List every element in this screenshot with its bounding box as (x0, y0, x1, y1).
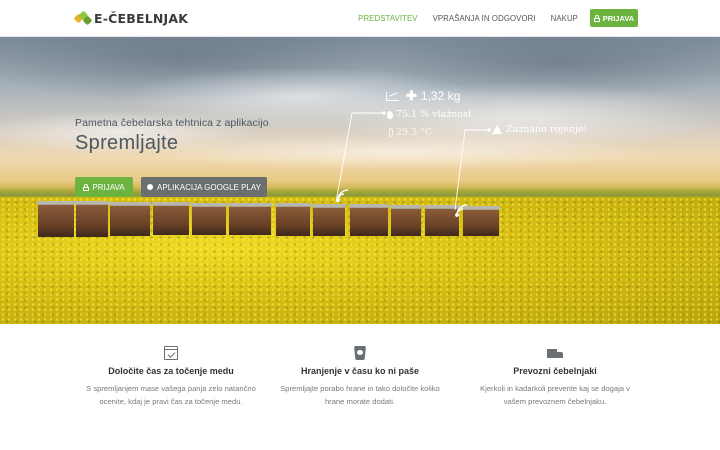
feeder-bucket-icon (354, 346, 366, 360)
nav-item-faq[interactable]: VPRAŠANJA IN ODGOVORI (433, 14, 536, 23)
hero-banner: Pametna čebelarska tehtnica z aplikacijo… (0, 37, 720, 324)
features-section: Določite čas za točenje medu S spremljan… (0, 324, 720, 450)
feature-text: Spremljajte porabo hrane in tako določit… (280, 384, 440, 406)
feature-title: Prevozni čebelnjaki (513, 366, 597, 376)
honeycomb-logo-icon (73, 10, 93, 26)
feature-mobile-apiary: Prevozni čebelnjaki Kjerkoli in kadarkol… (470, 344, 640, 408)
pointer-lines (335, 111, 491, 217)
feature-title: Hranjenje v času ko ni paše (300, 366, 420, 376)
lock-icon (593, 14, 600, 22)
logo[interactable]: E-ČEBELNJAK (73, 9, 189, 27)
truck-icon (547, 349, 563, 360)
logo-text: E-ČEBELNJAK (94, 10, 189, 26)
nav-item-predstavitev[interactable]: PREDSTAVITEV (358, 14, 417, 23)
wifi-signal-icon (336, 189, 349, 202)
nav-item-nakup[interactable]: NAKUP (551, 14, 578, 23)
calendar-check-icon (164, 346, 178, 360)
nav-login-label: PRIJAVA (602, 13, 635, 23)
feature-text: Kjerkoli in kadarkoli preverite kaj se d… (480, 384, 630, 406)
feature-title: Določite čas za točenje medu (108, 366, 234, 376)
feature-text: S spremljanjem mase vašega panja zelo na… (86, 384, 256, 406)
navbar: E-ČEBELNJAK PREDSTAVITEV VPRAŠANJA IN OD… (0, 0, 720, 37)
feature-honey-timing: Določite čas za točenje medu S spremljan… (86, 344, 256, 408)
nav-login-button[interactable]: PRIJAVA (590, 9, 638, 27)
wifi-signal-icon (455, 204, 468, 217)
nav-menu: PREDSTAVITEV VPRAŠANJA IN ODGOVORI NAKUP (343, 0, 578, 37)
feature-feeding: Hranjenje v času ko ni paše Spremljajte … (275, 344, 445, 408)
